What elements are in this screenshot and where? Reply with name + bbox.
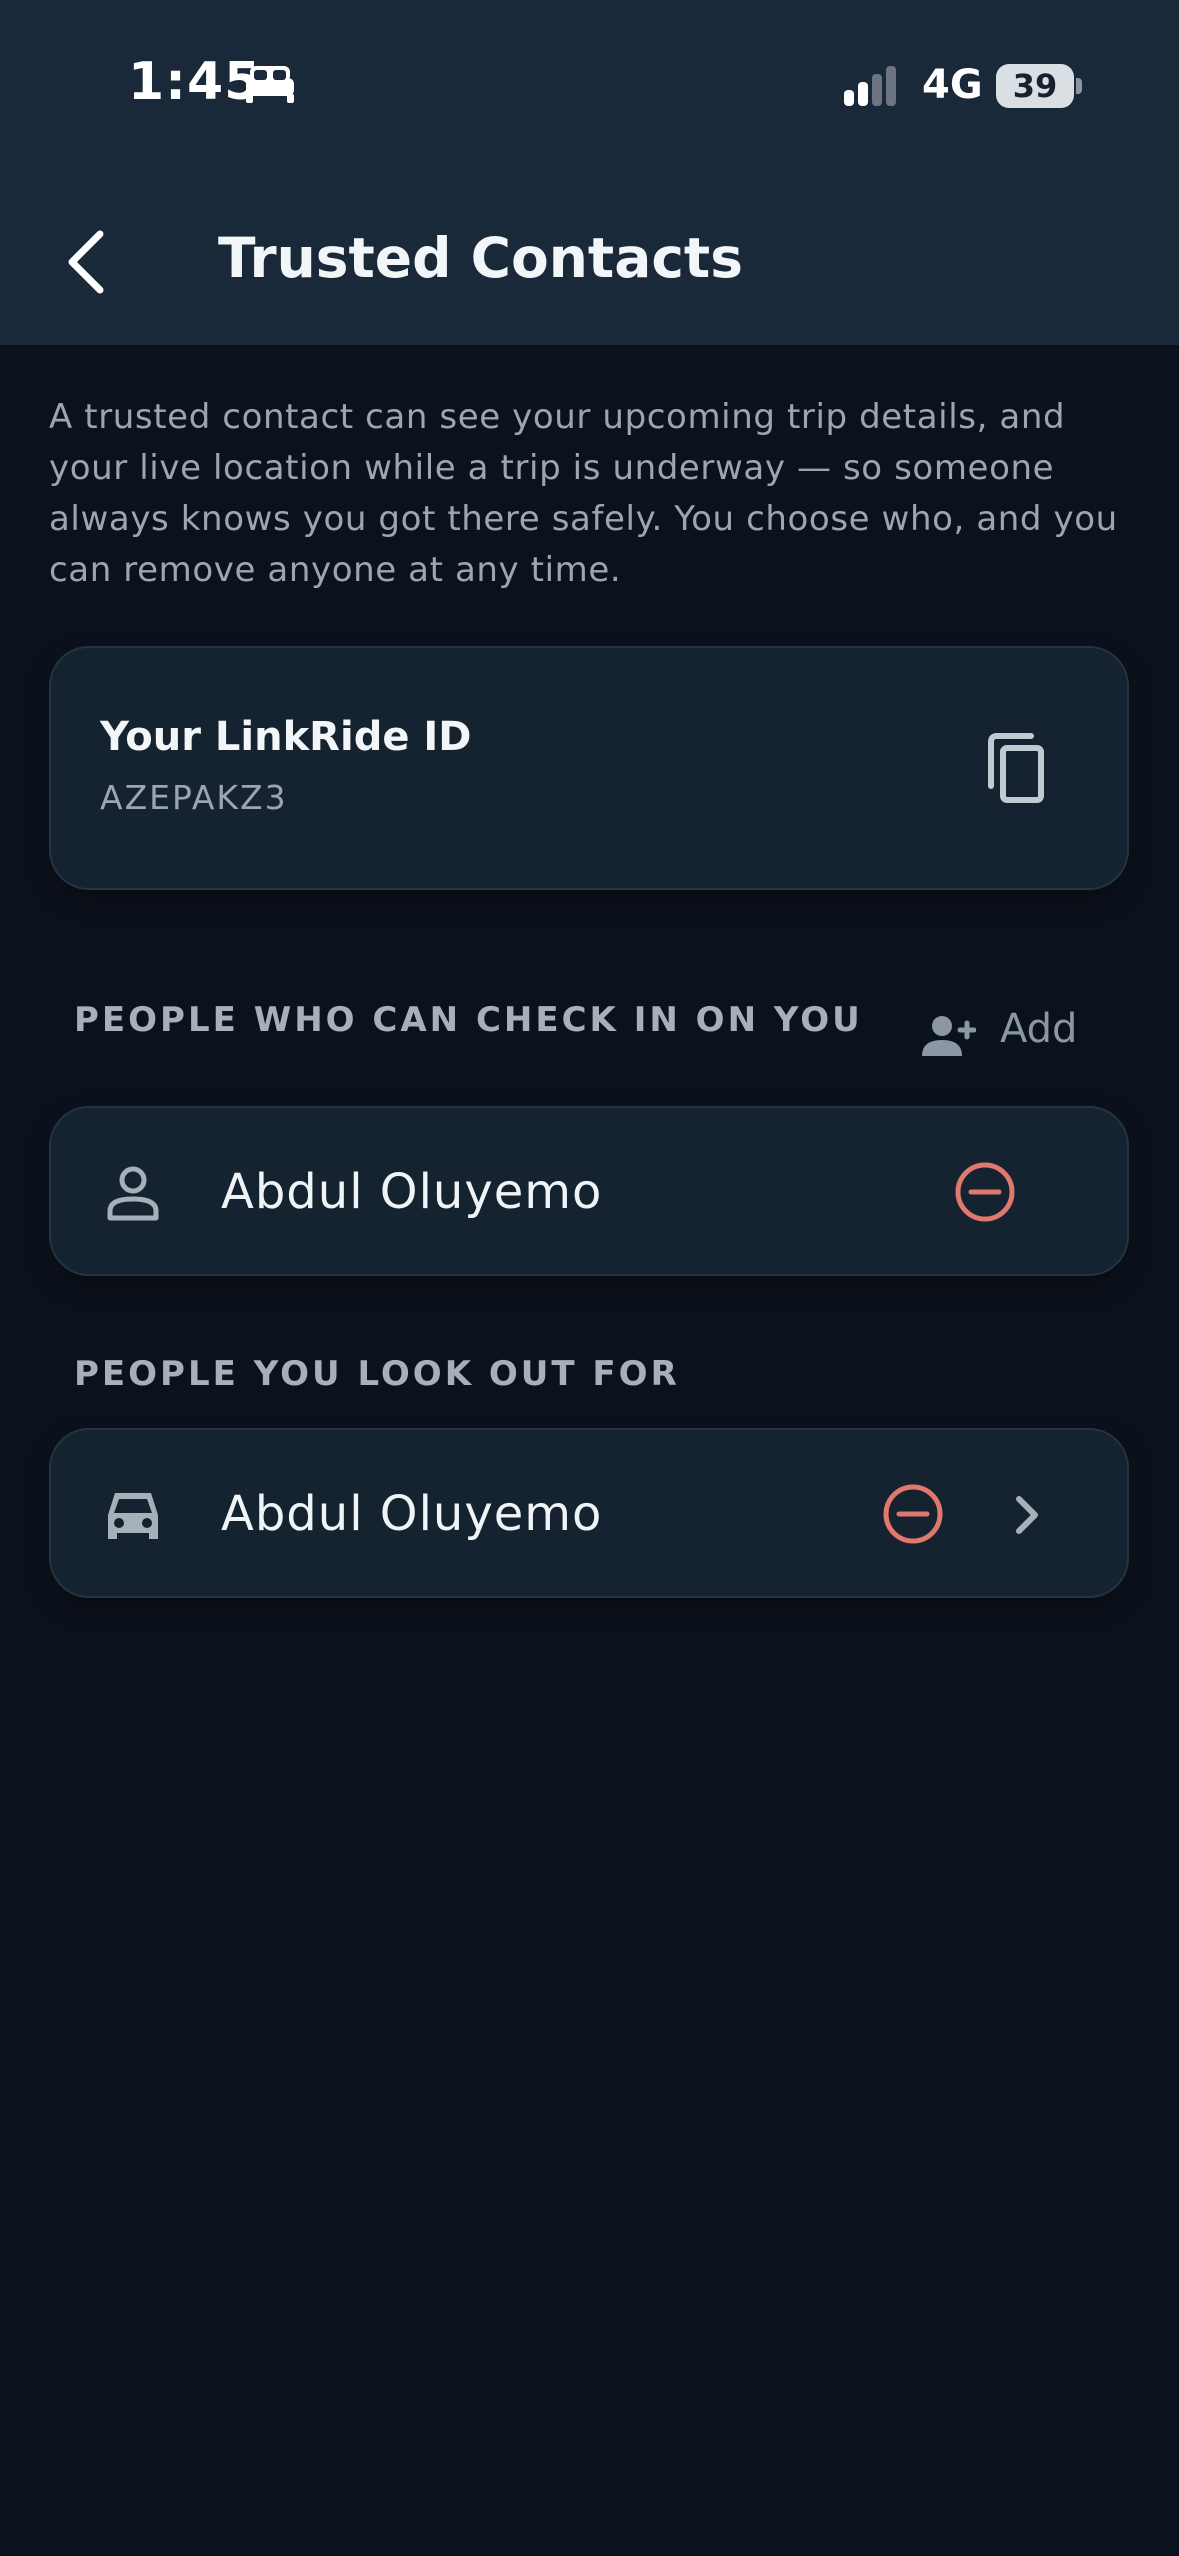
battery-level: 39: [996, 64, 1074, 108]
section-label-look-out: PEOPLE YOU LOOK OUT FOR: [74, 1354, 680, 1394]
contact-row-check-in[interactable]: Abdul Oluyemo: [49, 1106, 1129, 1276]
section-label-check-in: PEOPLE WHO CAN CHECK IN ON YOU: [74, 1000, 863, 1040]
linkride-id-card: Your LinkRide ID AZEPAKZ3: [49, 646, 1129, 890]
contact-name: Abdul Oluyemo: [221, 1164, 603, 1220]
app-header: 1:45 4G 39 Trusted Contacts: [0, 0, 1179, 345]
linkride-id-title: Your LinkRide ID: [100, 714, 472, 760]
add-contact-button[interactable]: Add: [920, 1002, 1090, 1062]
page-title: Trusted Contacts: [218, 226, 743, 290]
contact-row-look-out[interactable]: Abdul Oluyemo: [49, 1428, 1129, 1598]
chevron-right-icon[interactable]: [1007, 1485, 1047, 1545]
back-button[interactable]: [56, 222, 112, 302]
trusted-contacts-description: A trusted contact can see your upcoming …: [49, 397, 1118, 590]
status-bar: 1:45 4G 39: [0, 0, 1179, 175]
signal-strength-icon: [844, 66, 896, 106]
linkride-id-value: AZEPAKZ3: [100, 778, 288, 817]
person-icon: [107, 1166, 159, 1221]
bed-icon: [246, 66, 294, 103]
status-time: 1:45: [128, 52, 262, 112]
contact-name: Abdul Oluyemo: [221, 1486, 603, 1542]
remove-contact-button[interactable]: [953, 1160, 1017, 1224]
network-type: 4G: [922, 62, 983, 108]
add-person-icon: [922, 1016, 976, 1056]
battery-nub: [1076, 78, 1082, 94]
car-icon: [108, 1493, 158, 1539]
remove-contact-button[interactable]: [881, 1482, 945, 1546]
add-contact-label: Add: [1000, 1006, 1078, 1052]
copy-icon[interactable]: [977, 728, 1057, 808]
